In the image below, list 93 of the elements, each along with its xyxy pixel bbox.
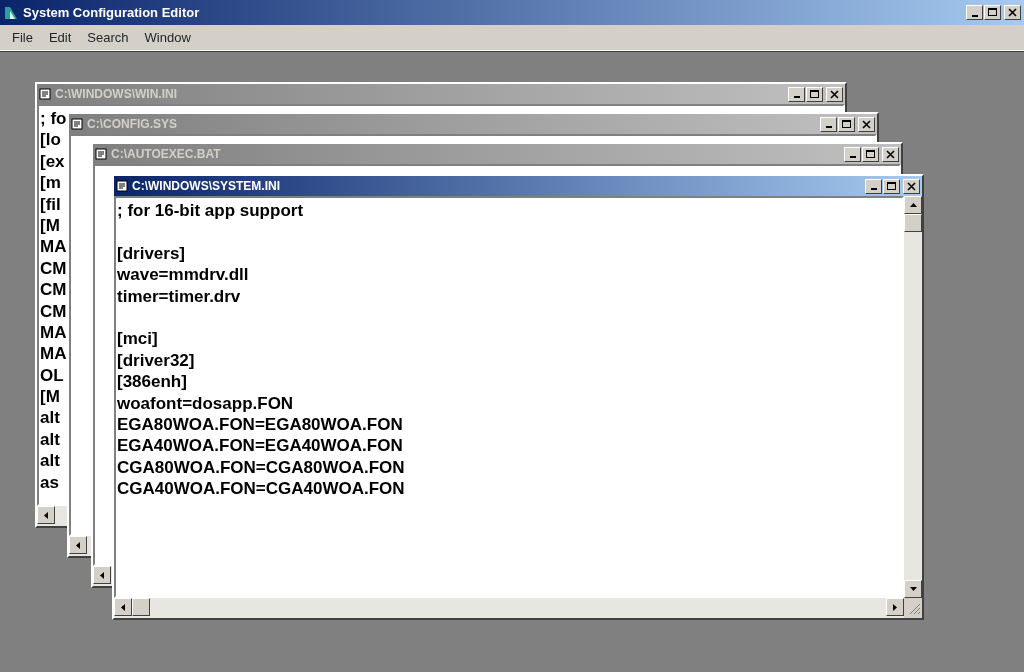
scroll-left-button[interactable]: [114, 598, 132, 616]
scroll-thumb[interactable]: [132, 598, 150, 616]
close-icon: [907, 181, 916, 191]
text-line: EGA40WOA.FON=EGA40WOA.FON: [117, 435, 403, 457]
text-line: ; for 16-bit app support: [117, 200, 304, 222]
maximize-button[interactable]: [806, 86, 823, 102]
up-arrow-icon: [908, 200, 918, 210]
text-line: MA: [40, 236, 67, 258]
document-icon: [39, 88, 51, 100]
close-button[interactable]: [1004, 5, 1021, 20]
document-title: C:\CONFIG.SYS: [87, 116, 177, 133]
minimize-icon: [971, 14, 978, 17]
text-line: [fil: [40, 193, 61, 215]
text-line: EGA80WOA.FON=EGA80WOA.FON: [117, 413, 403, 436]
text-area[interactable]: [114, 196, 904, 598]
text-line: OL: [40, 364, 64, 387]
left-arrow-icon: [97, 570, 107, 580]
text-line: [M: [40, 214, 60, 237]
maximize-icon: [887, 181, 896, 191]
scroll-right-button[interactable]: [886, 598, 904, 616]
scroll-left-button[interactable]: [69, 536, 87, 554]
document-title: C:\WINDOWS\WIN.INI: [55, 86, 177, 103]
text-line: alt: [40, 407, 60, 429]
horizontal-scrollbar[interactable]: [114, 598, 904, 618]
text-line: as: [40, 471, 59, 494]
text-line: [386enh]: [117, 371, 187, 393]
close-icon: [862, 119, 871, 129]
down-arrow-icon: [908, 584, 918, 594]
scroll-up-button[interactable]: [904, 196, 922, 214]
text-line: ; fo: [40, 108, 67, 130]
document-icon: [71, 118, 83, 130]
close-button[interactable]: [858, 116, 875, 132]
maximize-button[interactable]: [838, 116, 855, 132]
maximize-button[interactable]: [883, 178, 900, 194]
vertical-scrollbar[interactable]: [904, 196, 922, 598]
text-line: [lo: [40, 129, 61, 151]
right-arrow-icon: [890, 602, 900, 612]
text-line: [ex: [40, 150, 65, 173]
close-button[interactable]: [903, 178, 920, 194]
scroll-left-button[interactable]: [37, 506, 55, 524]
text-line: woafont=dosapp.FON: [117, 392, 294, 414]
close-icon: [1008, 8, 1017, 17]
left-arrow-icon: [73, 540, 83, 550]
text-line: [driver32]: [117, 349, 195, 372]
minimize-icon: [793, 96, 800, 98]
document-icon: [116, 180, 128, 192]
text-line: [m: [40, 172, 61, 194]
menu-item[interactable]: Edit: [40, 25, 80, 50]
text-line: [M: [40, 386, 60, 408]
text-line: alt: [40, 428, 60, 451]
close-button[interactable]: [882, 146, 899, 162]
left-arrow-icon: [118, 602, 128, 612]
maximize-button[interactable]: [984, 5, 1001, 20]
menu-item[interactable]: Search: [79, 25, 137, 50]
scroll-thumb[interactable]: [904, 214, 922, 232]
minimize-icon: [870, 188, 877, 190]
window-title: System Configuration Editor: [23, 3, 200, 22]
maximize-icon: [988, 8, 997, 17]
app-icon: [3, 4, 19, 21]
minimize-button[interactable]: [844, 146, 861, 162]
text-line: MA: [40, 343, 67, 365]
text-line: MA: [40, 321, 67, 344]
scroll-down-button[interactable]: [904, 580, 922, 598]
text-line: CGA40WOA.FON=CGA40WOA.FON: [117, 478, 405, 500]
minimize-button[interactable]: [788, 86, 805, 102]
text-line: CM: [40, 257, 67, 280]
text-line: CM: [40, 300, 67, 322]
close-button[interactable]: [826, 86, 843, 102]
close-icon: [830, 89, 839, 99]
text-line: CM: [40, 279, 67, 301]
text-line: timer=timer.drv: [117, 285, 241, 307]
maximize-icon: [810, 89, 819, 99]
maximize-button[interactable]: [862, 146, 879, 162]
document-icon: [95, 148, 107, 160]
minimize-icon: [825, 126, 832, 128]
text-line: CGA80WOA.FON=CGA80WOA.FON: [117, 456, 405, 479]
text-line: [mci]: [117, 328, 158, 350]
text-line: alt: [40, 450, 60, 472]
maximize-icon: [866, 149, 875, 159]
left-arrow-icon: [41, 510, 51, 520]
scroll-left-button[interactable]: [93, 566, 111, 584]
minimize-button[interactable]: [865, 178, 882, 194]
minimize-button[interactable]: [820, 116, 837, 132]
minimize-icon: [849, 156, 856, 158]
maximize-icon: [842, 119, 851, 129]
document-title: C:\WINDOWS\SYSTEM.INI: [132, 178, 280, 195]
minimize-button[interactable]: [966, 5, 983, 20]
menu-item[interactable]: File: [4, 25, 41, 50]
text-line: wave=mmdrv.dll: [117, 264, 249, 286]
text-line: [drivers]: [117, 242, 186, 265]
document-title: C:\AUTOEXEC.BAT: [111, 146, 221, 163]
close-icon: [886, 149, 895, 159]
menu-item[interactable]: Window: [136, 25, 199, 50]
